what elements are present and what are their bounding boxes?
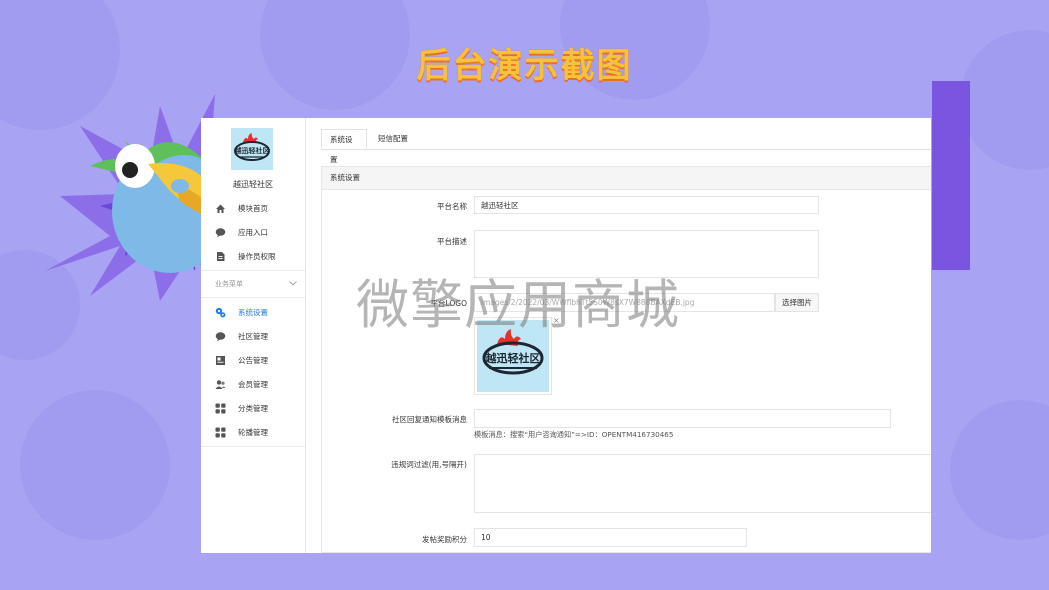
panel-title: 系统设置 — [322, 167, 931, 190]
users-icon — [215, 379, 226, 390]
platform-desc-label: 平台描述 — [437, 237, 467, 246]
word-filter-field[interactable] — [474, 454, 931, 513]
notice-icon — [215, 355, 226, 366]
tab-sms-config[interactable]: 短信配置 — [370, 129, 416, 149]
post-points-label: 发帖奖励积分 — [422, 535, 467, 544]
platform-name-field[interactable]: 越迅轻社区 — [474, 196, 819, 214]
background-blob — [20, 390, 170, 540]
platform-name-label: 平台名称 — [437, 202, 467, 211]
chat-bubble-icon — [215, 331, 226, 342]
nav-item-label: 公告管理 — [238, 355, 268, 365]
nav-item-operator-permissions[interactable]: 操作员权限 — [201, 244, 305, 268]
nav-divider — [201, 446, 305, 447]
nav-item-notice-management[interactable]: 公告管理 — [201, 348, 305, 372]
nav-item-label: 系统设置 — [238, 307, 268, 317]
nav-divider — [201, 270, 305, 271]
banner-title-reflection: 后台演示截图 — [416, 54, 633, 73]
nav-item-label: 应用入口 — [238, 227, 268, 237]
accent-bar — [932, 81, 970, 270]
business-menu-toggle[interactable]: 业务菜单 — [201, 273, 305, 295]
nav-item-category-management[interactable]: 分类管理 — [201, 396, 305, 420]
svg-text:越迅轻社区: 越迅轻社区 — [234, 146, 270, 155]
home-icon — [215, 203, 226, 214]
tab-system-settings[interactable]: 系统设置 — [321, 129, 367, 164]
tab-bar: 系统设置 短信配置 — [321, 129, 931, 164]
background-blob — [950, 400, 1049, 540]
top-nav: 模块首页 应用入口 操作员权限 业务菜单 系统设置 社区管理 公告管理 会员管理… — [201, 196, 305, 449]
nav-item-member-management[interactable]: 会员管理 — [201, 372, 305, 396]
reply-notice-label: 社区回复通知模板消息 — [392, 415, 467, 424]
section-label: 业务菜单 — [215, 280, 243, 288]
nav-item-label: 模块首页 — [238, 203, 268, 213]
nav-item-label: 轮播管理 — [238, 427, 268, 437]
chevron-down-icon — [289, 280, 297, 288]
document-icon — [215, 251, 226, 262]
reply-notice-template-field[interactable] — [474, 409, 891, 428]
nav-item-label: 分类管理 — [238, 403, 268, 413]
nav-divider — [201, 297, 305, 298]
watermark: 微擎应用商城 — [356, 275, 680, 336]
logo-preview-text: 越迅轻社区 — [485, 351, 541, 365]
gears-icon — [215, 307, 226, 318]
nav-item-module-home[interactable]: 模块首页 — [201, 196, 305, 220]
nav-item-label: 会员管理 — [238, 379, 268, 389]
grid-icon — [215, 427, 226, 438]
chat-bubble-icon — [215, 227, 226, 238]
post-points-field[interactable]: 10 — [474, 528, 747, 547]
choose-image-button[interactable]: 选择图片 — [775, 293, 819, 312]
settings-panel: 系统设置 平台名称 越迅轻社区 平台描述 平台LOGO images/2/202… — [321, 166, 931, 553]
nav-item-carousel-management[interactable]: 轮播管理 — [201, 420, 305, 444]
reply-notice-hint: 模板消息：搜索“用户咨询通知”=>ID：OPENTM416730465 — [474, 430, 674, 439]
grid-icon — [215, 403, 226, 414]
site-name: 越迅轻社区 — [233, 180, 273, 189]
nav-item-system-settings[interactable]: 系统设置 — [201, 300, 305, 324]
nav-item-label: 操作员权限 — [238, 251, 276, 261]
site-logo: 越迅轻社区 — [231, 128, 273, 170]
word-filter-label: 违规词过滤(用,号隔开) — [391, 460, 467, 469]
nav-item-app-entry[interactable]: 应用入口 — [201, 220, 305, 244]
sidebar: 越迅轻社区 越迅轻社区 模块首页 应用入口 操作员权限 业务菜单 系统设置 社区… — [201, 118, 306, 553]
nav-item-label: 社区管理 — [238, 331, 268, 341]
nav-item-community-management[interactable]: 社区管理 — [201, 324, 305, 348]
